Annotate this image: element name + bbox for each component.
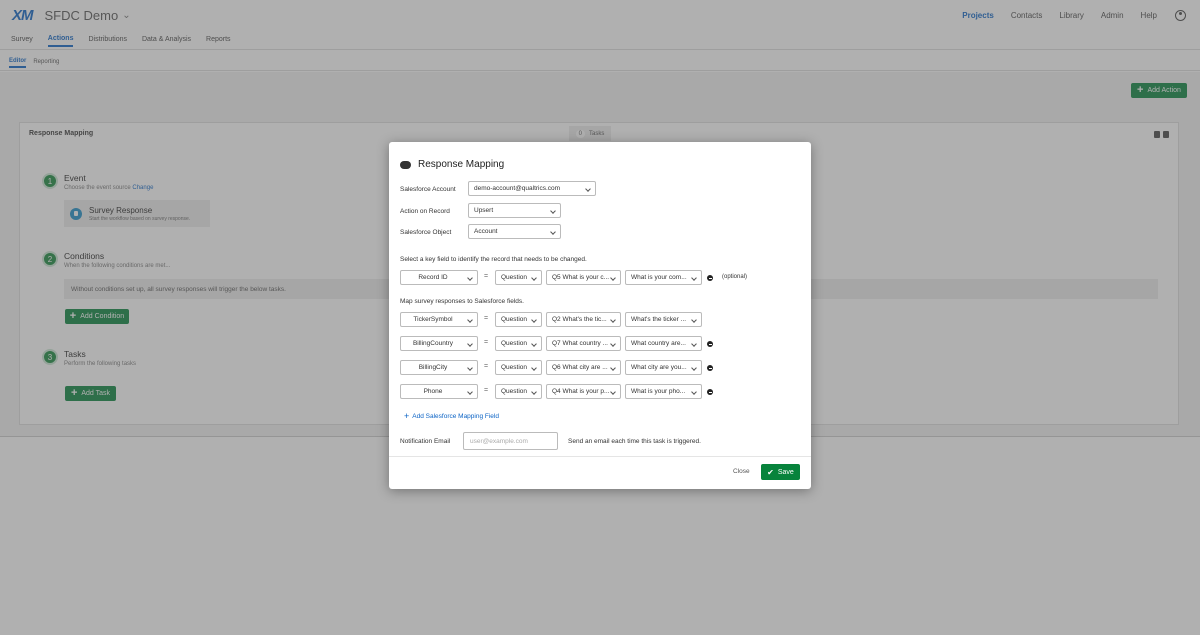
add-mapping-label: Add Salesforce Mapping Field: [412, 412, 499, 420]
salesforce-cloud-icon: [400, 160, 411, 169]
save-label: Save: [777, 468, 794, 476]
notification-email-input[interactable]: user@example.com: [463, 432, 558, 450]
equals-sign: =: [484, 387, 489, 394]
dialog-title: Response Mapping: [418, 159, 505, 170]
close-button[interactable]: Close: [733, 468, 750, 475]
key-answer-select[interactable]: What is your com...: [625, 270, 702, 285]
map-source-type-select[interactable]: Question: [495, 312, 542, 327]
add-mapping-field-link[interactable]: + Add Salesforce Mapping Field: [404, 411, 499, 421]
equals-sign: =: [484, 315, 489, 322]
map-question-select[interactable]: Q4 What is your p...: [546, 384, 621, 399]
remove-row-icon[interactable]: [707, 365, 713, 371]
map-answer-select[interactable]: What country are...: [625, 336, 702, 351]
map-field-select[interactable]: BillingCountry: [400, 336, 478, 351]
check-icon: ✔: [767, 467, 774, 477]
salesforce-object-label: Salesforce Object: [400, 229, 452, 236]
map-answer-select[interactable]: What city are you...: [625, 360, 702, 375]
key-field-select[interactable]: Record ID: [400, 270, 478, 285]
dialog-header: Response Mapping: [400, 159, 504, 170]
dialog-footer-divider: [389, 456, 811, 457]
map-question-select[interactable]: Q2 What's the tic...: [546, 312, 621, 327]
account-select[interactable]: demo-account@qualtrics.com: [468, 181, 596, 196]
map-answer-select[interactable]: What is your pho...: [625, 384, 702, 399]
plus-icon: +: [404, 411, 410, 421]
action-on-record-select[interactable]: Upsert: [468, 203, 561, 218]
account-label: Salesforce Account: [400, 186, 456, 193]
save-button[interactable]: ✔ Save: [761, 464, 800, 480]
remove-row-icon[interactable]: [707, 275, 713, 281]
map-field-select[interactable]: BillingCity: [400, 360, 478, 375]
notification-email-label: Notification Email: [400, 438, 451, 445]
remove-row-icon[interactable]: [707, 389, 713, 395]
map-source-type-select[interactable]: Question: [495, 360, 542, 375]
equals-sign: =: [484, 363, 489, 370]
remove-row-icon[interactable]: [707, 341, 713, 347]
map-source-type-select[interactable]: Question: [495, 384, 542, 399]
action-on-record-label: Action on Record: [400, 208, 450, 215]
equals-sign: =: [484, 339, 489, 346]
map-instruction: Map survey responses to Salesforce field…: [400, 298, 524, 305]
optional-label: (optional): [722, 274, 748, 280]
key-field-instruction: Select a key field to identify the recor…: [400, 256, 587, 263]
map-question-select[interactable]: Q7 What country ...: [546, 336, 621, 351]
map-source-type-select[interactable]: Question: [495, 336, 542, 351]
salesforce-object-select[interactable]: Account: [468, 224, 561, 239]
response-mapping-dialog: Response Mapping Salesforce Account demo…: [389, 142, 811, 489]
map-answer-select[interactable]: What's the ticker ...: [625, 312, 702, 327]
map-question-select[interactable]: Q6 What city are ...: [546, 360, 621, 375]
map-field-select[interactable]: TickerSymbol: [400, 312, 478, 327]
key-question-select[interactable]: Q5 What is your c...: [546, 270, 621, 285]
equals-sign: =: [484, 273, 489, 280]
map-field-select[interactable]: Phone: [400, 384, 478, 399]
key-source-type-select[interactable]: Question: [495, 270, 542, 285]
notification-email-note: Send an email each time this task is tri…: [568, 438, 701, 445]
